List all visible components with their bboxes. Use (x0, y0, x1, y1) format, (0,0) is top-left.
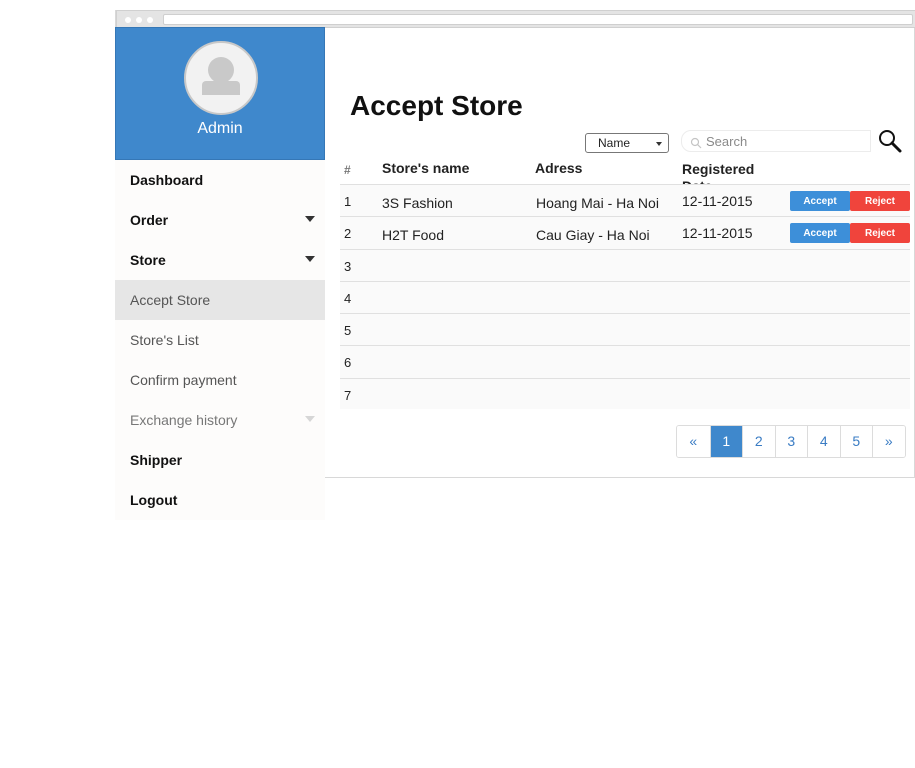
table-row: 5 (340, 313, 910, 345)
sidebar-item-store-s-list[interactable]: Store's List (115, 320, 325, 360)
sidebar-item-label: Store's List (130, 332, 199, 348)
caret-down-icon (305, 216, 315, 222)
column-header-address: Adress (535, 160, 583, 176)
sidebar-item-confirm-payment[interactable]: Confirm payment (115, 360, 325, 400)
registered-date: 12-11-2015 (682, 193, 753, 209)
address-bar[interactable] (163, 14, 913, 25)
reject-button[interactable]: Reject (850, 191, 910, 211)
accept-button[interactable]: Accept (790, 191, 850, 211)
sidebar-menu: Dashboard Order Store Accept Store Store's L… (115, 160, 325, 520)
row-number: 4 (344, 290, 352, 306)
page-title: Accept Store (350, 90, 523, 121)
sidebar-item-label: Store (130, 252, 166, 268)
pagination-page-5[interactable]: 5 (839, 426, 872, 457)
table-row: 4 (340, 280, 910, 313)
search-input[interactable] (706, 132, 866, 150)
sidebar-item-dashboard[interactable]: Dashboard (115, 160, 325, 200)
sidebar-profile: Admin (115, 27, 325, 160)
caret-down-icon (305, 416, 315, 422)
chevron-down-icon (656, 142, 662, 146)
pagination-page-4[interactable]: 4 (807, 426, 840, 457)
pagination-page-2[interactable]: 2 (742, 426, 775, 457)
search-box[interactable] (681, 130, 871, 152)
row-number: 2 (344, 226, 352, 242)
filter-selected-value: Name (598, 136, 631, 150)
column-header-number: # (344, 163, 351, 177)
window-titlebar (116, 10, 915, 28)
pagination: «1 2 3 4 5» (676, 425, 906, 458)
sidebar-item-label: Order (130, 212, 169, 228)
table-row: 7 (340, 377, 910, 410)
sidebar-item-label: Exchange history (130, 412, 238, 428)
store-name: 3S Fashion (382, 195, 453, 211)
search-icon (690, 137, 702, 149)
pagination-next-button[interactable]: » (872, 426, 905, 457)
row-number: 1 (344, 194, 352, 209)
row-number: 5 (344, 323, 352, 339)
store-address: Hoang Mai - Ha Noi (536, 195, 659, 211)
window-controls[interactable] (125, 17, 153, 23)
column-header-store-name: Store's name (382, 160, 470, 176)
sidebar-item-store[interactable]: Store (115, 240, 325, 280)
sidebar-item-exchange-history[interactable]: Exchange history (115, 400, 325, 440)
search-icon[interactable] (877, 128, 903, 154)
store-table-body: 1 3S Fashion Hoang Mai - Ha Noi 12-11-2015 A… (340, 184, 910, 409)
table-row: 2 H2T Food Cau Giay - Ha Noi 12-11-2015 Acce… (340, 216, 910, 248)
sidebar-item-shipper[interactable]: Shipper (115, 440, 325, 480)
row-number: 6 (344, 355, 352, 371)
table-row: 3 (340, 248, 910, 281)
accept-button[interactable]: Accept (790, 223, 850, 244)
sidebar-item-label: Logout (130, 492, 178, 508)
sidebar-item-order[interactable]: Order (115, 200, 325, 240)
pagination-page-3[interactable]: 3 (774, 426, 807, 457)
sidebar-item-logout[interactable]: Logout (115, 480, 325, 520)
avatar[interactable] (184, 41, 258, 115)
table-row: 1 3S Fashion Hoang Mai - Ha Noi 12-11-2015 A… (340, 184, 910, 216)
store-address: Cau Giay - Ha Noi (536, 227, 650, 244)
sidebar-item-label: Shipper (130, 452, 183, 468)
sidebar-item-label: Dashboard (130, 172, 204, 188)
user-name: Admin (197, 120, 243, 137)
table-row: 6 (340, 345, 910, 377)
sidebar-item-label: Accept Store (130, 292, 211, 308)
registered-date: 12-11-2015 (682, 225, 753, 242)
pagination-prev-button[interactable]: « (677, 426, 710, 457)
sidebar-item-accept-store[interactable]: Accept Store (115, 280, 325, 320)
pagination-page-1[interactable]: 1 (709, 426, 742, 457)
row-number: 3 (344, 258, 352, 274)
sidebar-item-label: Confirm payment (130, 372, 237, 388)
reject-button[interactable]: Reject (850, 223, 910, 244)
row-number: 7 (344, 387, 352, 403)
store-name: H2T Food (382, 227, 444, 244)
search-filter-select[interactable]: Name (585, 133, 669, 153)
caret-down-icon (305, 256, 315, 262)
